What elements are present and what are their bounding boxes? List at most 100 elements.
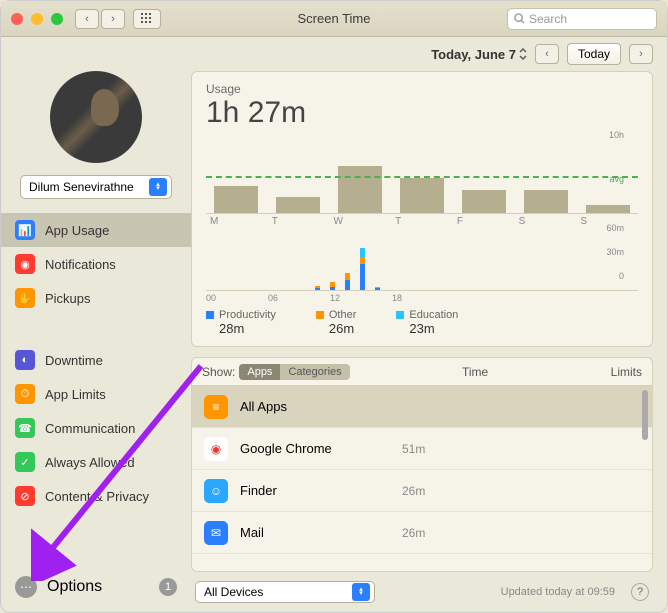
usage-label: Usage — [206, 82, 638, 96]
titlebar: ‹ › Screen Time Search — [1, 1, 667, 37]
swatch — [396, 311, 404, 319]
sidebar-item-label: Pickups — [45, 291, 91, 306]
seg-categories[interactable]: Categories — [280, 364, 349, 380]
date-label: Today, June 7 — [431, 47, 516, 62]
user-select[interactable]: Dilum Senevirathne ▴▾ — [20, 175, 172, 199]
usage-value: 1h 27m — [206, 96, 638, 130]
sidebar: Dilum Senevirathne ▴▾ 📊 App Usage ◉Notific… — [1, 71, 191, 612]
search-input[interactable]: Search — [507, 8, 657, 30]
view-segmented[interactable]: Apps Categories — [239, 364, 349, 380]
swatch — [206, 311, 214, 319]
sidebar-item-label: Downtime — [45, 353, 103, 368]
x-label: 06 — [268, 293, 278, 303]
device-select[interactable]: All Devices ▴▾ — [195, 581, 375, 603]
help-button[interactable]: ? — [631, 583, 649, 601]
sidebar-item-app-limits[interactable]: ⏱App Limits — [1, 377, 191, 411]
seg-apps[interactable]: Apps — [239, 364, 280, 380]
options-badge: 1 — [159, 578, 177, 596]
show-label: Show: — [202, 365, 235, 379]
bar[interactable] — [338, 166, 382, 213]
all-prefs-button[interactable] — [133, 9, 161, 29]
options-icon: ⋯ — [15, 576, 37, 598]
app-icon: ☺ — [204, 479, 228, 503]
forward-button[interactable]: › — [101, 9, 125, 29]
options-button[interactable]: ⋯ Options 1 — [1, 562, 191, 612]
x-label: W — [329, 216, 391, 227]
app-time: 26m — [402, 526, 425, 540]
bar[interactable] — [276, 197, 320, 213]
today-button[interactable]: Today — [567, 43, 621, 65]
content-privacy-icon: ⊘ — [15, 486, 35, 506]
app-name: Finder — [240, 483, 390, 498]
sidebar-item-content-privacy[interactable]: ⊘ Content & Privacy — [1, 479, 191, 513]
app-name: All Apps — [240, 399, 390, 414]
bar[interactable] — [586, 205, 630, 213]
sidebar-item-notifications[interactable]: ◉Notifications — [1, 247, 191, 281]
legend-item: Productivity28m — [206, 309, 276, 336]
table-row[interactable]: ☺Finder26m — [192, 470, 652, 512]
user-name: Dilum Senevirathne — [29, 180, 134, 194]
bar[interactable] — [400, 178, 444, 213]
sidebar-item-downtime[interactable]: ◐Downtime — [1, 343, 191, 377]
x-label: S — [515, 216, 577, 227]
col-limits: Limits — [562, 365, 642, 379]
swatch — [316, 311, 324, 319]
prev-day-button[interactable]: ‹ — [535, 44, 559, 64]
app-icon: ◉ — [204, 437, 228, 461]
avg-line — [206, 176, 638, 178]
sidebar-item-communication[interactable]: ☎ Communication — [1, 411, 191, 445]
x-label: T — [391, 216, 453, 227]
legend-name: Productivity — [219, 309, 276, 321]
x-label: 18 — [392, 293, 402, 303]
minibar[interactable] — [315, 286, 320, 290]
sidebar-item-app-usage[interactable]: 📊 App Usage — [1, 213, 191, 247]
minimize-window[interactable] — [31, 13, 43, 25]
scrollbar-thumb[interactable] — [642, 390, 648, 440]
minibar[interactable] — [375, 287, 380, 290]
sidebar-item-label: Content & Privacy — [45, 489, 149, 504]
updown-icon: ▴▾ — [352, 583, 370, 601]
zoom-window[interactable] — [51, 13, 63, 25]
avg-label: avg — [609, 174, 624, 184]
table-header: Show: Apps Categories Time Limits — [192, 358, 652, 386]
legend-name: Education — [409, 309, 458, 321]
apps-table: Show: Apps Categories Time Limits ≡All A… — [191, 357, 653, 572]
sidebar-item-label: Communication — [45, 421, 135, 436]
close-window[interactable] — [11, 13, 23, 25]
date-selector[interactable]: Today, June 7 — [431, 47, 527, 62]
avatar[interactable] — [50, 71, 142, 163]
back-button[interactable]: ‹ — [75, 9, 99, 29]
table-row[interactable]: ◉Google Chrome51m — [192, 428, 652, 470]
app-usage-icon: 📊 — [15, 220, 35, 240]
x-label: 00 — [206, 293, 216, 303]
sidebar-item-label: App Usage — [45, 223, 109, 238]
app-name: Mail — [240, 525, 390, 540]
hourly-chart[interactable] — [206, 237, 638, 291]
y-axis-label: 0 — [619, 271, 624, 281]
window-title: Screen Time — [161, 11, 507, 26]
bar[interactable] — [524, 190, 568, 213]
updown-icon — [519, 48, 527, 60]
table-row[interactable]: ≡All Apps — [192, 386, 652, 428]
bar[interactable] — [214, 186, 258, 213]
x-label: T — [268, 216, 330, 227]
communication-icon: ☎ — [15, 418, 35, 438]
legend-name: Other — [329, 309, 357, 321]
minibar[interactable] — [330, 282, 335, 290]
bar[interactable] — [462, 190, 506, 213]
minibar[interactable] — [360, 248, 365, 290]
legend-value: 28m — [219, 321, 276, 336]
search-placeholder: Search — [529, 12, 567, 26]
pickups-icon: ✋ — [15, 288, 35, 308]
app-time: 51m — [402, 442, 425, 456]
next-day-button[interactable]: › — [629, 44, 653, 64]
minibar[interactable] — [345, 273, 350, 290]
sidebar-item-label: App Limits — [45, 387, 106, 402]
sub-toolbar: Today, June 7 ‹ Today › — [1, 37, 667, 71]
sidebar-item-always-allowed[interactable]: ✓Always Allowed — [1, 445, 191, 479]
weekly-chart[interactable] — [206, 134, 638, 214]
updated-label: Updated today at 09:59 — [501, 586, 615, 598]
sidebar-item-pickups[interactable]: ✋ Pickups — [1, 281, 191, 315]
table-row[interactable]: ✉Mail26m — [192, 512, 652, 554]
device-label: All Devices — [204, 585, 263, 599]
